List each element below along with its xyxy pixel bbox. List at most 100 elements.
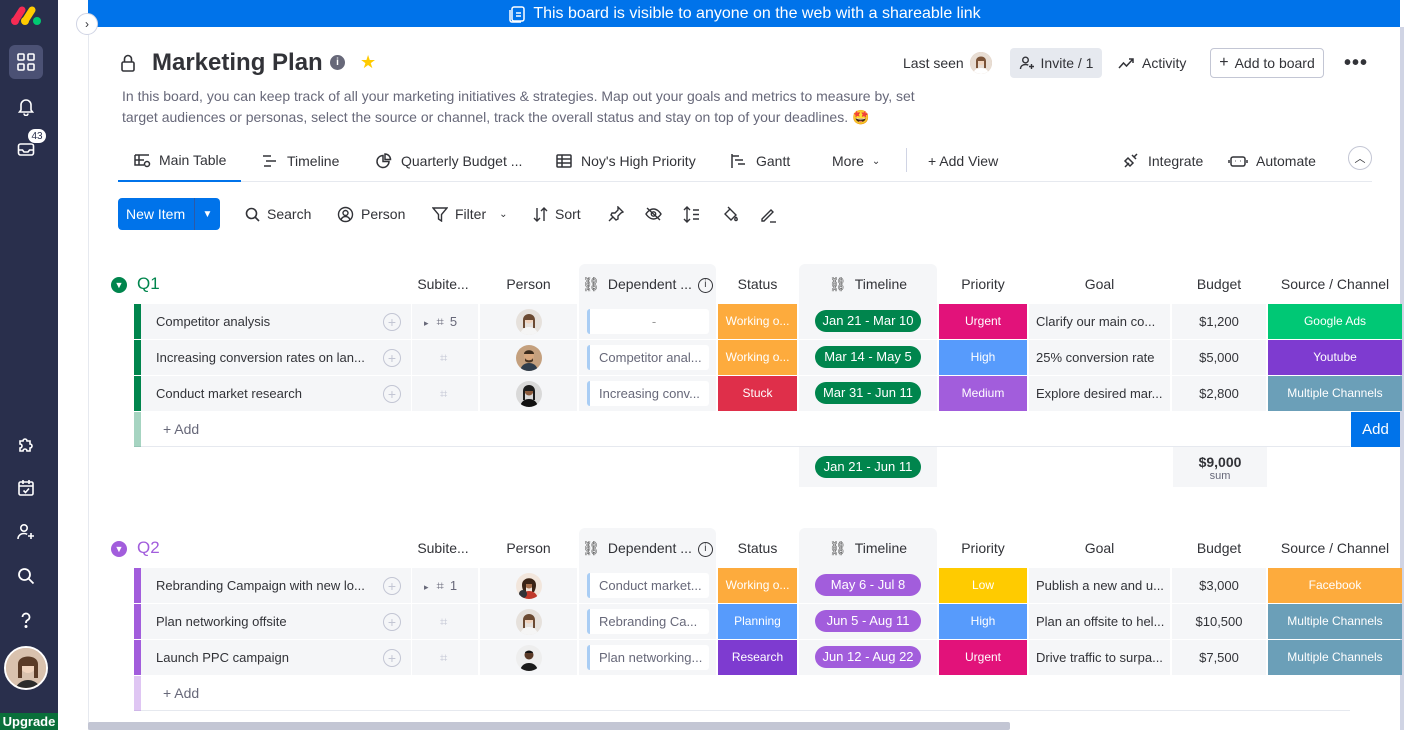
column-header[interactable]: Goal	[1029, 528, 1170, 568]
priority-label[interactable]: High	[939, 340, 1027, 375]
budget-cell[interactable]: $7,500	[1172, 640, 1266, 675]
column-header[interactable]: Budget	[1172, 264, 1266, 304]
column-header[interactable]: Subite...	[410, 528, 476, 568]
column-header[interactable]: Goal	[1029, 264, 1170, 304]
column-header[interactable]: ⛓ Dependent ... i	[579, 528, 716, 568]
status-label[interactable]: Planning	[718, 604, 797, 639]
sort-button[interactable]: Sort	[533, 198, 581, 230]
priority-label[interactable]: Urgent	[939, 640, 1027, 675]
group-title[interactable]: Q2	[137, 538, 160, 558]
apps-puzzle-icon[interactable]	[9, 427, 43, 461]
table-row[interactable]: Launch PPC campaign + ⌗ Plan networking... R…	[134, 640, 1404, 675]
my-work-calendar-icon[interactable]	[9, 471, 43, 505]
budget-cell[interactable]: $10,500	[1172, 604, 1266, 639]
subitems-cell[interactable]: ▸ ⌗ 1	[412, 568, 478, 603]
new-item-button[interactable]: New Item ▼	[118, 198, 220, 230]
add-update-plus-icon[interactable]: +	[383, 613, 401, 631]
item-name-cell[interactable]: Conduct market research +	[141, 376, 411, 411]
add-update-plus-icon[interactable]: +	[383, 349, 401, 367]
dependent-cell[interactable]: Rebranding Ca...	[579, 604, 716, 639]
automate-button[interactable]: Automate	[1228, 140, 1316, 182]
person-cell[interactable]	[480, 604, 577, 639]
group-collapse-chevron-icon[interactable]: ▼	[111, 541, 127, 557]
tab-main-table[interactable]: Main Table	[118, 140, 242, 182]
last-seen-avatar[interactable]	[970, 52, 992, 74]
board-title[interactable]: Marketing Plan	[152, 49, 323, 77]
column-info-icon[interactable]: i	[697, 277, 713, 293]
tab-more[interactable]: More ⌄	[832, 140, 880, 182]
person-cell[interactable]	[480, 304, 577, 339]
person-cell[interactable]	[480, 568, 577, 603]
subitems-cell[interactable]: ⌗	[412, 640, 478, 675]
person-avatar[interactable]	[516, 645, 542, 671]
add-update-plus-icon[interactable]: +	[383, 577, 401, 595]
workspace-grid-icon[interactable]	[9, 45, 43, 79]
timeline-cell[interactable]: Jun 12 - Aug 22	[799, 640, 937, 675]
dependent-cell[interactable]: Conduct market...	[579, 568, 716, 603]
column-header[interactable]: Person	[480, 264, 577, 304]
column-header[interactable]: Status	[718, 528, 797, 568]
column-header[interactable]: Priority	[939, 528, 1027, 568]
person-avatar[interactable]	[516, 309, 542, 335]
person-avatar[interactable]	[516, 573, 542, 599]
column-header[interactable]: Source / Channel	[1268, 264, 1402, 304]
tab-quarterly-budget[interactable]: Quarterly Budget ...	[375, 140, 522, 182]
filter-chevron-down-icon[interactable]: ⌄	[499, 209, 507, 220]
invite-button[interactable]: Invite / 1	[1010, 48, 1102, 78]
table-row[interactable]: Conduct market research + ⌗ Increasing conv…	[134, 376, 1404, 411]
table-row[interactable]: Plan networking offsite + ⌗ Rebranding Ca..…	[134, 604, 1404, 639]
person-avatar[interactable]	[516, 345, 542, 371]
column-header[interactable]: Person	[480, 528, 577, 568]
timeline-cell[interactable]: Mar 31 - Jun 11	[799, 376, 937, 411]
collapse-header-chevron-up-icon[interactable]: ︿	[1348, 146, 1372, 170]
priority-label[interactable]: Urgent	[939, 304, 1027, 339]
source-channel-label[interactable]: Google Ads	[1268, 304, 1402, 339]
favorite-star-icon[interactable]: ★	[360, 52, 376, 73]
source-channel-label[interactable]: Multiple Channels	[1268, 640, 1402, 675]
column-header[interactable]: Subite...	[410, 264, 476, 304]
integrate-button[interactable]: Integrate	[1122, 140, 1203, 182]
expand-caret-icon[interactable]: ▸	[424, 318, 429, 328]
filter-button[interactable]: Filter ⌄	[432, 198, 508, 230]
tab-timeline[interactable]: Timeline	[261, 140, 339, 182]
table-row[interactable]: Competitor analysis + ▸ ⌗ 5 - Working o... Jan …	[134, 304, 1404, 339]
column-header[interactable]: Priority	[939, 264, 1027, 304]
item-name-cell[interactable]: Launch PPC campaign +	[141, 640, 411, 675]
invite-member-icon[interactable]	[9, 515, 43, 549]
subitems-cell[interactable]: ⌗	[412, 340, 478, 375]
expand-caret-icon[interactable]: ▸	[424, 582, 429, 592]
column-header[interactable]: Budget	[1172, 528, 1266, 568]
group-collapse-chevron-icon[interactable]: ▼	[111, 277, 127, 293]
user-avatar[interactable]	[4, 646, 48, 690]
add-item-button[interactable]: Add	[1351, 412, 1400, 447]
add-item-row[interactable]: + Add	[134, 412, 1350, 447]
table-row[interactable]: Increasing conversion rates on lan... + ⌗ C…	[134, 340, 1404, 375]
tab-noys-high-priority[interactable]: Noy's High Priority	[555, 140, 696, 182]
budget-cell[interactable]: $2,800	[1172, 376, 1266, 411]
goal-cell[interactable]: 25% conversion rate	[1029, 340, 1170, 375]
hide-columns-eye-icon[interactable]	[645, 198, 662, 230]
dependent-cell[interactable]: Increasing conv...	[579, 376, 716, 411]
add-to-board-button[interactable]: + Add to board	[1210, 48, 1324, 78]
dependent-cell[interactable]: -	[579, 304, 716, 339]
goal-cell[interactable]: Explore desired mar...	[1029, 376, 1170, 411]
activity-button[interactable]: Activity	[1118, 48, 1186, 78]
goal-cell[interactable]: Drive traffic to surpa...	[1029, 640, 1170, 675]
new-item-dropdown-chevron-icon[interactable]: ▼	[194, 198, 220, 230]
add-item-row[interactable]: + Add	[134, 676, 1350, 711]
timeline-cell[interactable]: May 6 - Jul 8	[799, 568, 937, 603]
goal-cell[interactable]: Publish a new and u...	[1029, 568, 1170, 603]
monday-logo[interactable]	[9, 6, 49, 28]
status-label[interactable]: Working o...	[718, 568, 797, 603]
search-icon[interactable]	[9, 559, 43, 593]
horizontal-scrollbar[interactable]	[88, 722, 1010, 730]
priority-label[interactable]: High	[939, 604, 1027, 639]
table-row[interactable]: Rebranding Campaign with new lo... + ▸ ⌗ 1 Co…	[134, 568, 1404, 603]
subitems-cell[interactable]: ⌗	[412, 376, 478, 411]
row-height-icon[interactable]	[683, 198, 700, 230]
status-label[interactable]: Research	[718, 640, 797, 675]
add-update-plus-icon[interactable]: +	[383, 385, 401, 403]
person-filter-button[interactable]: Person	[337, 198, 405, 230]
person-cell[interactable]	[480, 640, 577, 675]
expand-sidebar-chevron-icon[interactable]: ›	[76, 13, 98, 35]
